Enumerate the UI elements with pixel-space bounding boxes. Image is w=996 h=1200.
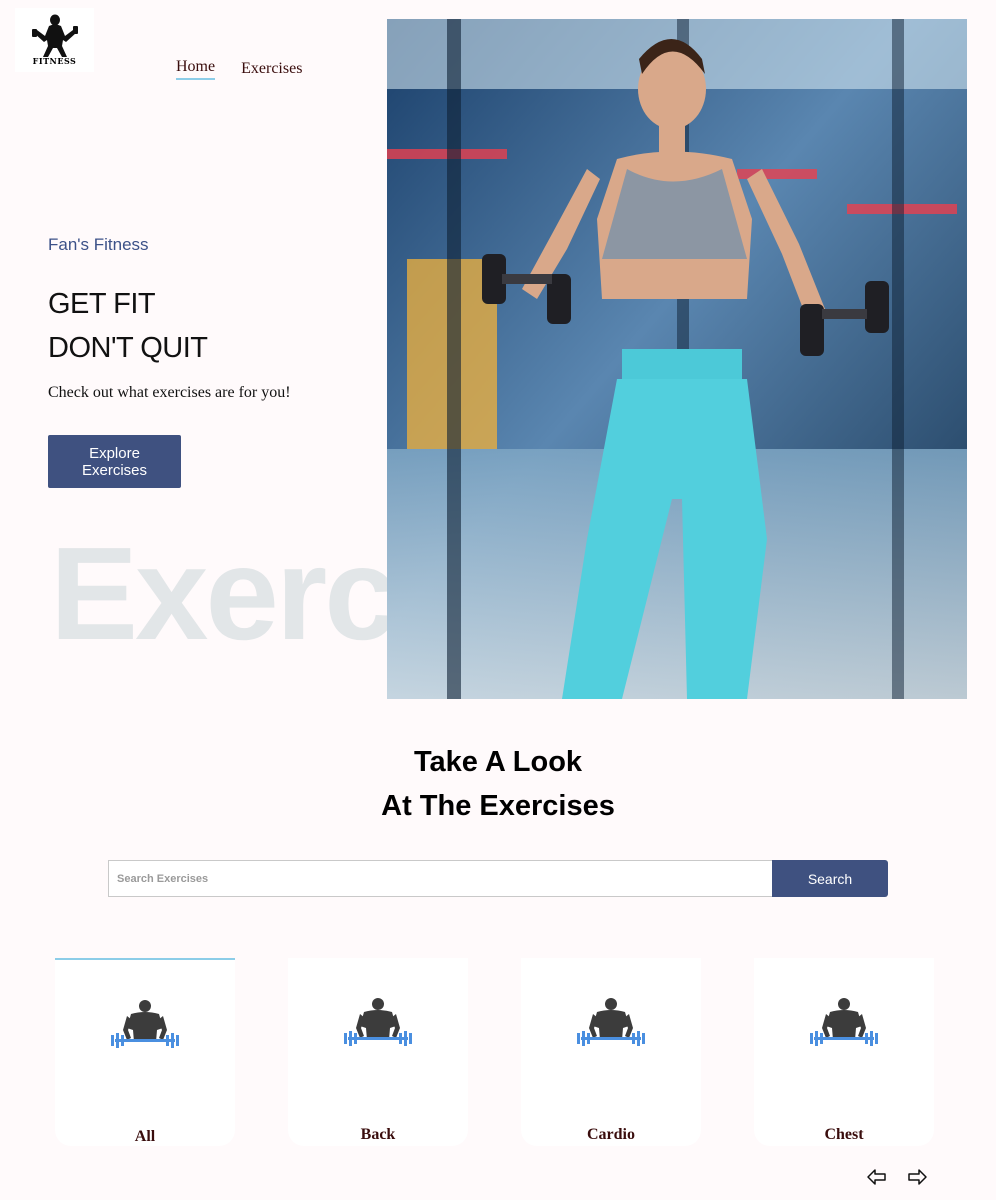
nav-exercises-link[interactable]: Exercises (241, 60, 302, 80)
gym-icon (111, 1000, 179, 1048)
logo[interactable]: FITNESS (15, 8, 94, 72)
gym-icon (810, 998, 878, 1046)
main-nav: Home Exercises (176, 58, 302, 80)
explore-exercises-button[interactable]: Explore Exercises (48, 435, 181, 488)
hero-title-line1: GET FIT (48, 288, 156, 320)
category-label: Chest (824, 1126, 864, 1143)
gym-icon (344, 998, 412, 1046)
section-title: Take A Look At The Exercises (0, 740, 996, 828)
hero-banner-image (387, 19, 967, 699)
category-card-cardio[interactable]: Cardio (521, 958, 701, 1146)
hero-subtitle: Check out what exercises are for you! (48, 384, 291, 401)
search-button[interactable]: Search (772, 860, 888, 897)
hero-title: GET FIT DON'T QUIT (48, 282, 208, 370)
left-arrow-icon (867, 1169, 886, 1185)
category-card-all[interactable]: All (55, 958, 235, 1146)
carousel-next-button[interactable] (906, 1166, 928, 1188)
carousel-prev-button[interactable] (866, 1166, 888, 1188)
search-input[interactable] (108, 860, 772, 897)
section-title-line2: At The Exercises (381, 790, 615, 822)
category-label: All (134, 1128, 156, 1145)
woman-lifting-dumbbells-photo (387, 19, 967, 699)
hero-brand: Fan's Fitness (48, 235, 149, 254)
category-label: Cardio (587, 1126, 635, 1143)
carousel-arrows (866, 1166, 928, 1188)
nav-home-link[interactable]: Home (176, 58, 216, 80)
section-title-line1: Take A Look (413, 746, 583, 778)
right-arrow-icon (908, 1169, 927, 1185)
fitness-silhouette-logo (31, 14, 78, 57)
category-card-back[interactable]: Back (288, 958, 468, 1146)
gym-icon (577, 998, 645, 1046)
category-label: Back (360, 1126, 396, 1143)
hero-title-line2: DON'T QUIT (48, 332, 208, 364)
logo-text: FITNESS (32, 56, 77, 66)
search-bar: Search (108, 860, 888, 897)
category-card-chest[interactable]: Chest (754, 958, 934, 1146)
